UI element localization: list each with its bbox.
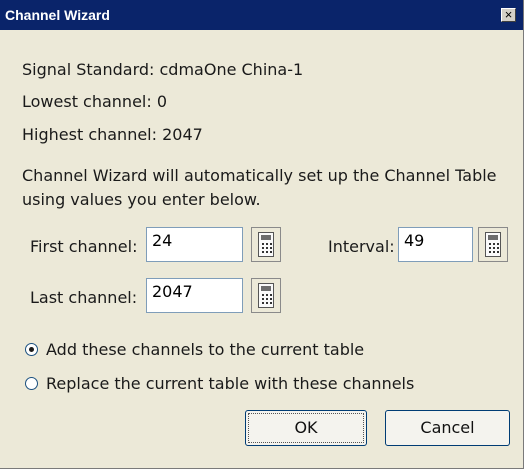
title-bar[interactable]: Channel Wizard × bbox=[0, 0, 523, 30]
cancel-button[interactable]: Cancel bbox=[385, 410, 510, 446]
highest-channel-label: Highest channel: 2047 bbox=[22, 125, 203, 144]
first-channel-label: First channel: bbox=[30, 237, 138, 256]
ok-button[interactable]: OK bbox=[245, 410, 367, 446]
lowest-channel-label: Lowest channel: 0 bbox=[22, 92, 168, 111]
add-channels-label[interactable]: Add these channels to the current table bbox=[46, 340, 364, 359]
description-line-1: Channel Wizard will automatically set up… bbox=[22, 166, 497, 185]
last-channel-input[interactable]: 2047 bbox=[146, 278, 243, 313]
replace-table-label[interactable]: Replace the current table with these cha… bbox=[46, 374, 414, 393]
last-channel-label: Last channel: bbox=[30, 288, 138, 307]
calculator-icon[interactable] bbox=[478, 227, 508, 262]
dialog-body: Signal Standard: cdmaOne China-1 Lowest … bbox=[0, 30, 523, 468]
calculator-icon[interactable] bbox=[251, 227, 281, 262]
radio-selected-dot bbox=[29, 347, 34, 352]
interval-input[interactable]: 49 bbox=[398, 227, 473, 262]
window-title: Channel Wizard bbox=[5, 7, 110, 23]
signal-standard-label: Signal Standard: cdmaOne China-1 bbox=[22, 60, 304, 79]
description-line-2: using values you enter below. bbox=[22, 190, 261, 209]
replace-table-radio[interactable] bbox=[25, 377, 38, 390]
first-channel-input[interactable]: 24 bbox=[146, 227, 243, 262]
add-channels-radio[interactable] bbox=[25, 343, 38, 356]
close-icon[interactable]: × bbox=[501, 8, 516, 22]
interval-label: Interval: bbox=[328, 237, 395, 256]
calculator-icon[interactable] bbox=[251, 278, 281, 313]
channel-wizard-dialog: Channel Wizard × Signal Standard: cdmaOn… bbox=[0, 0, 524, 469]
